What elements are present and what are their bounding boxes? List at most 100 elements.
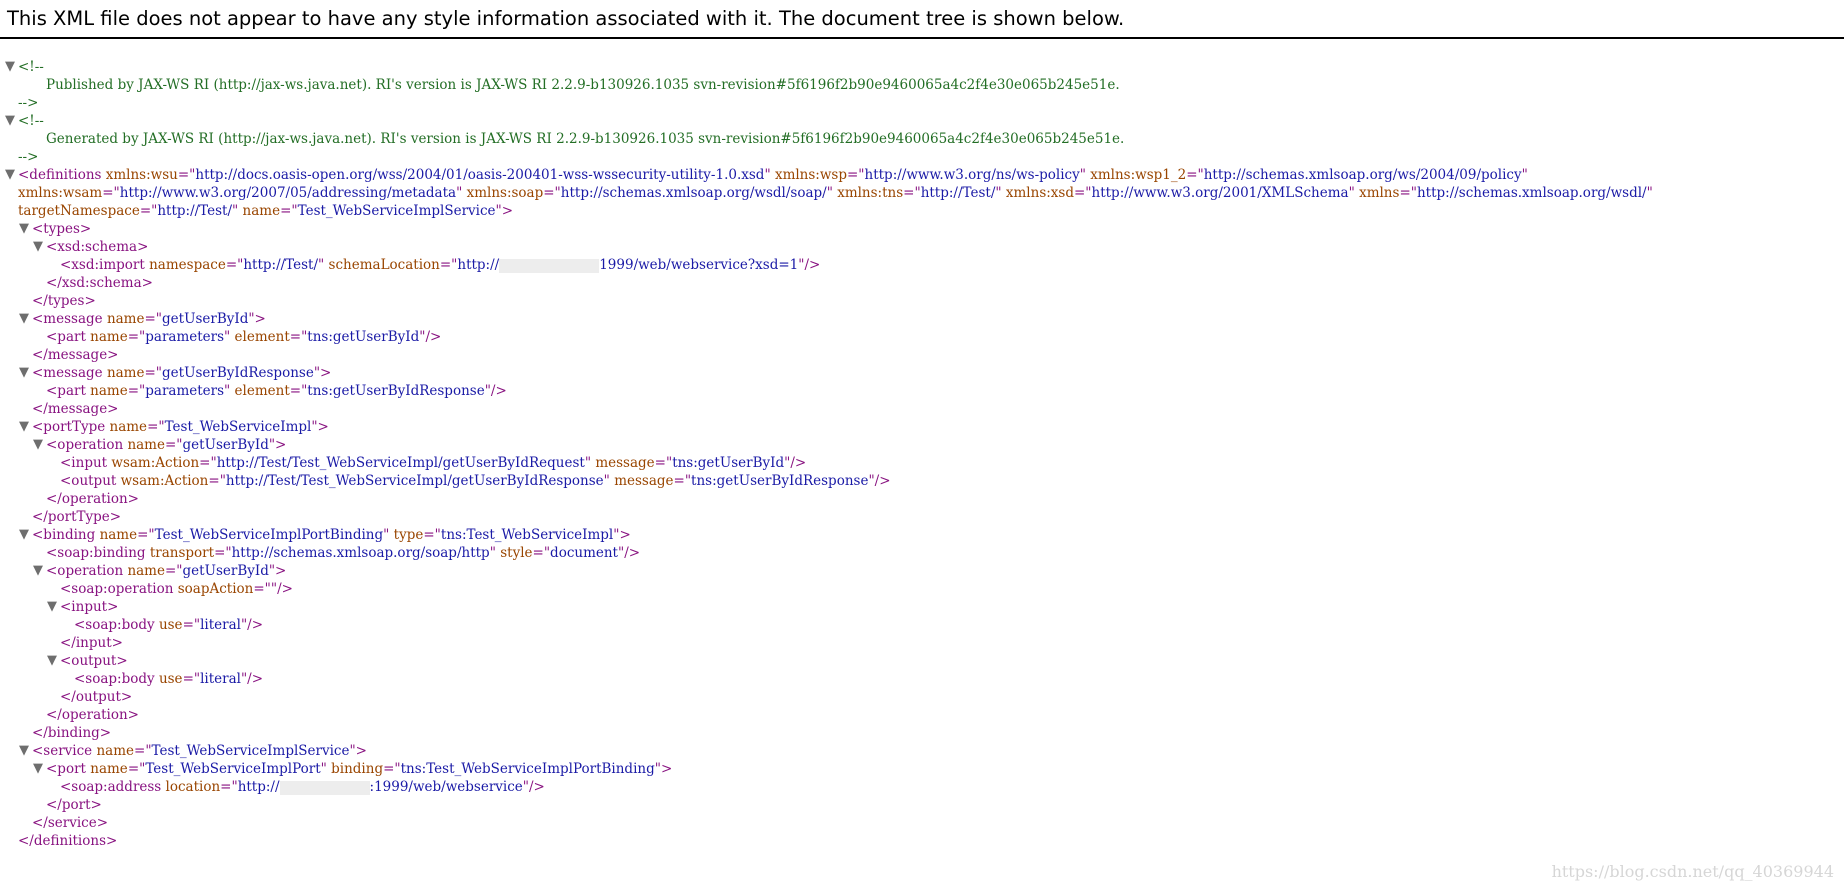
xml-comment: --> — [18, 149, 39, 165]
xml-tag: </binding> — [32, 725, 112, 741]
attr-value: http://www.w3.org/2001/XMLSchema — [1091, 185, 1349, 201]
xml-tag: "> — [349, 743, 367, 759]
attr-name: binding — [331, 761, 384, 777]
attr-name: namespace — [149, 257, 226, 273]
attr-name: name — [90, 761, 128, 777]
collapse-toggle-icon[interactable]: ▼ — [5, 166, 17, 184]
collapse-toggle-icon[interactable]: ▼ — [19, 742, 31, 760]
attr-value: getUserById — [162, 311, 249, 327]
collapse-toggle-icon[interactable]: ▼ — [33, 562, 45, 580]
xml-line-content: <input wsam:Action="http://Test/Test_Web… — [60, 454, 806, 472]
collapse-toggle-icon[interactable]: ▼ — [19, 310, 31, 328]
collapse-toggle-icon[interactable]: ▼ — [5, 58, 17, 76]
xml-line-content: </message> — [32, 400, 119, 418]
xml-tag: =" — [127, 329, 146, 345]
xml-tag: =" — [144, 365, 163, 381]
xml-tag: =" — [532, 545, 551, 561]
attr-name: xmlns:wsp1_2 — [1090, 167, 1187, 183]
collapse-toggle-icon[interactable]: ▼ — [19, 418, 31, 436]
xml-line-content: <binding name="Test_WebServiceImplPortBi… — [32, 526, 631, 544]
xml-tag: " — [489, 545, 501, 561]
xml-tag: </types> — [32, 293, 96, 309]
xml-tag: " — [1348, 185, 1360, 201]
xml-tag: </input> — [60, 635, 123, 651]
xml-tag: <service — [32, 743, 97, 759]
xml-tag: <types> — [32, 221, 92, 237]
attr-name: location — [165, 779, 221, 795]
xml-tag: <binding — [32, 527, 100, 543]
collapse-toggle-icon[interactable]: ▼ — [5, 112, 17, 130]
xml-tag: "/> — [240, 671, 264, 687]
attr-value: http:// — [457, 257, 500, 273]
xml-tag: </message> — [32, 347, 119, 363]
xml-line-content: <!-- — [18, 112, 44, 130]
attr-value: parameters — [145, 383, 225, 399]
attr-value: http:// — [237, 779, 280, 795]
attr-name: name — [106, 365, 145, 381]
xml-line-content: <portType name="Test_WebServiceImpl"> — [32, 418, 329, 436]
xml-tag: " — [320, 761, 332, 777]
collapse-toggle-icon[interactable]: ▼ — [47, 598, 59, 616]
xml-tag: =" — [214, 545, 232, 561]
xml-line-content: <part name="parameters" element="tns:get… — [46, 328, 441, 346]
xml-tag: =" — [1073, 185, 1092, 201]
attr-value: http://Test/ — [920, 185, 996, 201]
xml-line-content: <soap:body use="literal"/> — [74, 616, 263, 634]
collapse-toggle-icon[interactable]: ▼ — [19, 526, 31, 544]
attr-name: name — [90, 329, 128, 345]
xml-line-content: </input> — [60, 634, 123, 652]
xml-tag: =" — [654, 455, 673, 471]
collapse-toggle-icon[interactable]: ▼ — [33, 436, 45, 454]
xml-tag: =" — [127, 383, 146, 399]
xml-tag: <output — [60, 473, 121, 489]
collapse-toggle-icon[interactable]: ▼ — [33, 760, 45, 778]
attr-name: element — [234, 329, 290, 345]
attr-value: document — [550, 545, 618, 561]
xml-tag: </service> — [32, 815, 109, 831]
xml-line-content: <operation name="getUserById"> — [46, 436, 286, 454]
xml-tag: "> — [613, 527, 631, 543]
attr-name: name — [106, 311, 145, 327]
attr-name: xmlns:soap — [466, 185, 544, 201]
xml-tag: "> — [268, 437, 287, 453]
collapse-toggle-icon[interactable]: ▼ — [19, 220, 31, 238]
xml-tag: =" — [846, 167, 865, 183]
xml-tag: <operation — [46, 437, 128, 453]
xml-tag: =" — [199, 455, 217, 471]
xml-tag: =" — [147, 419, 165, 435]
xml-comment: Published by JAX-WS RI (http://jax-ws.ja… — [46, 77, 1120, 93]
xml-line-content: <input> — [60, 598, 118, 616]
xml-tag: " — [826, 185, 838, 201]
attr-value: Test_WebServiceImpl — [164, 419, 312, 435]
xml-tag: =" — [225, 257, 244, 273]
xml-tag: </definitions> — [18, 833, 118, 849]
attr-value: tns:Test_WebServiceImpl — [440, 527, 614, 543]
collapse-toggle-icon[interactable]: ▼ — [33, 238, 45, 256]
xml-tag: " — [456, 185, 467, 201]
xml-tag: =" — [208, 473, 226, 489]
attr-value: http://www.w3.org/2007/05/addressing/met… — [119, 185, 457, 201]
xml-tag: "/> — [617, 545, 641, 561]
attr-name: style — [500, 545, 533, 561]
xml-tag: "/> — [798, 257, 821, 273]
attr-name: name — [109, 419, 148, 435]
xml-tag: "> — [268, 563, 287, 579]
attr-value: :1999/web/webservice — [369, 779, 523, 795]
attr-value: getUserById — [182, 563, 269, 579]
xml-line-content: <port name="Test_WebServiceImplPort" bin… — [46, 760, 672, 778]
xml-tag: " — [224, 383, 235, 399]
xml-tag: </port> — [46, 797, 102, 813]
attr-name: wsam:Action — [120, 473, 209, 489]
xml-line-content: --> — [18, 148, 38, 166]
xml-tag: "/> — [419, 329, 442, 345]
xml-line-content: --> — [18, 94, 38, 112]
xml-tag: " — [1646, 185, 1653, 201]
collapse-toggle-icon[interactable]: ▼ — [47, 652, 59, 670]
attr-name: schemaLocation — [328, 257, 440, 273]
collapse-toggle-icon[interactable]: ▼ — [19, 364, 31, 382]
xml-tag: " — [318, 257, 329, 273]
attr-name: message — [595, 455, 655, 471]
xml-line-content: </binding> — [32, 724, 111, 742]
xml-tag: "/> — [484, 383, 507, 399]
xml-tag: <message — [32, 365, 107, 381]
